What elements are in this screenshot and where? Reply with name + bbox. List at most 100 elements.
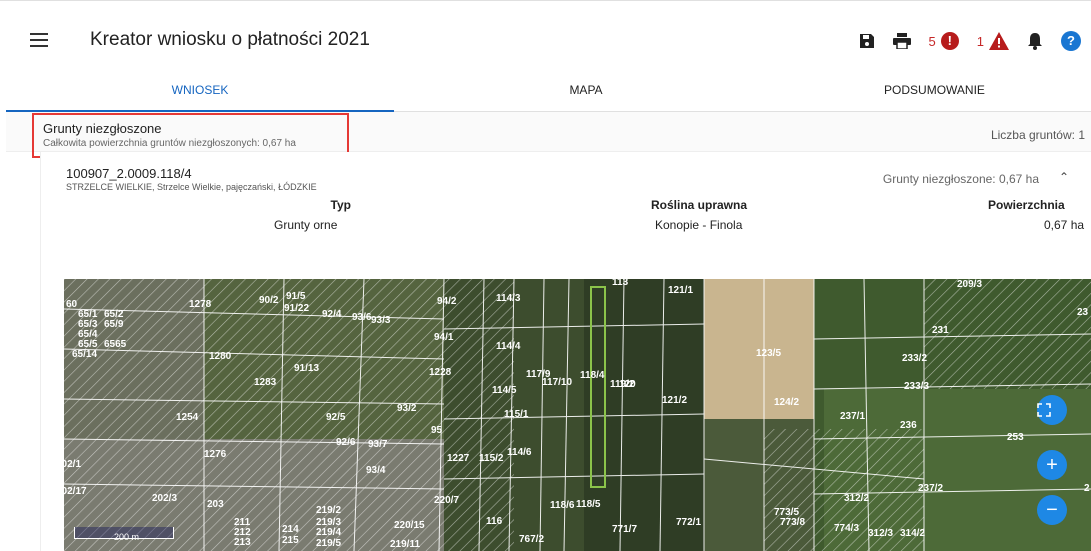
map-imagery — [64, 279, 1091, 551]
map-label: 93/4 — [366, 465, 386, 476]
map-label: 116 — [486, 516, 503, 527]
parcel-id: 100907_2.0009.118/4 — [66, 166, 192, 181]
col-header-crop: Roślina uprawna — [651, 198, 748, 212]
tab-bar: WNIOSEK MAPA PODSUMOWANIE — [6, 76, 1091, 112]
map-label: 114/4 — [496, 341, 521, 352]
save-icon — [859, 34, 874, 48]
col-value-area: 0,67 ha — [1044, 218, 1085, 232]
map-label: 23 — [1077, 307, 1089, 318]
parcel-location: STRZELCE WIELKIE, Strzelce Wielkie, paję… — [66, 182, 317, 192]
col-header-area: Powierzchnia — [988, 198, 1065, 212]
map-label: 1254 — [176, 412, 199, 423]
zoom-in-button[interactable]: + — [1037, 450, 1067, 480]
map-label: 1283 — [254, 377, 277, 388]
map-label: 93/3 — [371, 315, 391, 326]
map-label: 95 — [431, 425, 443, 436]
col-value-crop: Konopie - Finola — [655, 218, 743, 232]
map-label: 219/5 — [316, 538, 342, 549]
map-label: 772/1 — [676, 517, 702, 528]
help-icon: ? — [1061, 31, 1081, 51]
map-label: 93/6 — [352, 312, 372, 323]
map-label: 202/3 — [152, 493, 178, 504]
map-label: 215 — [282, 535, 299, 546]
page-title: Kreator wniosku o płatności 2021 — [90, 29, 370, 50]
map-label: 124/2 — [774, 397, 800, 408]
map-label: 236 — [900, 420, 917, 431]
menu-icon[interactable] — [30, 33, 48, 47]
map-label: 117/10 — [542, 377, 573, 388]
map-label: 120 — [619, 379, 636, 390]
map-label: 209/3 — [957, 279, 983, 290]
map-label: 118/4 — [580, 370, 605, 381]
tab-podsumowanie[interactable]: PODSUMOWANIE — [778, 76, 1091, 111]
zoom-out-button[interactable]: − — [1037, 495, 1067, 525]
tab-wniosek[interactable]: WNIOSEK — [6, 76, 394, 112]
map-label: 253 — [1007, 432, 1024, 443]
map-label: 114/5 — [492, 385, 517, 396]
map-label: 202/1 — [64, 459, 82, 470]
print-icon — [892, 33, 911, 49]
map-label: 114/6 — [507, 447, 532, 458]
parcel-count: Liczba gruntów: 1 — [990, 128, 1085, 142]
tab-mapa[interactable]: MAPA — [394, 76, 778, 111]
map-label: 94/1 — [434, 332, 454, 343]
map-label: 231 — [932, 325, 949, 336]
print-button[interactable] — [892, 33, 911, 49]
map-label: 113 — [612, 279, 629, 288]
map-label: 771/7 — [612, 524, 638, 535]
map-label: 1280 — [209, 351, 232, 362]
map-label: 202/17 — [64, 486, 87, 497]
map-label: 94/2 — [437, 296, 457, 307]
map-label: 203 — [207, 499, 224, 510]
map-label: 214 — [282, 524, 299, 535]
errors-button[interactable]: 5 ! — [929, 32, 959, 50]
warning-count: 1 — [976, 33, 984, 49]
map-scale-label: 200 m — [114, 532, 140, 542]
map-label: 213 — [234, 537, 251, 548]
map-label: 115/1 — [504, 409, 529, 420]
parcel-area-summary: Grunty niezgłoszone: 0,67 ha — [882, 172, 1039, 186]
map-label: 65/14 — [72, 349, 98, 360]
map-label: 91/5 — [286, 291, 306, 302]
map-label: 1276 — [204, 449, 227, 460]
map-label: 90/2 — [259, 295, 279, 306]
zoom-in-icon: + — [1046, 454, 1058, 476]
help-button[interactable]: ? — [1061, 31, 1081, 51]
map-label: 1228 — [429, 367, 452, 378]
map-label: 219/2 — [316, 505, 342, 516]
map-label: 767/2 — [519, 534, 545, 545]
map-view[interactable]: 60 65/1 65/2 65/3 65/9 65/4 65/5 6565 65… — [64, 279, 1091, 551]
map-label: 92/6 — [336, 437, 356, 448]
map-label: 118/5 — [576, 499, 601, 510]
notifications-button[interactable] — [1027, 32, 1043, 50]
chevron-up-icon[interactable]: ⌃ — [1059, 170, 1069, 184]
toolbar: 5 ! 1 ? — [859, 29, 1091, 53]
map-label: 773/8 — [780, 517, 806, 528]
fullscreen-button[interactable] — [1037, 395, 1067, 425]
map-label: 312/2 — [844, 493, 870, 504]
map-label: 219/4 — [316, 527, 342, 538]
col-value-type: Grunty orne — [274, 218, 338, 232]
map-label: 92/5 — [326, 412, 346, 423]
map-label: 6565 — [104, 339, 127, 350]
map-label: 774/3 — [834, 523, 860, 534]
map-label: 237/1 — [840, 411, 866, 422]
map-label: 233/2 — [902, 353, 928, 364]
map-label: 114/3 — [496, 293, 521, 304]
map-label: 93/2 — [397, 403, 417, 414]
map-label: 237/2 — [918, 483, 944, 494]
save-button[interactable] — [859, 33, 875, 49]
map-label: 121/2 — [662, 395, 688, 406]
map-label: 91/13 — [294, 363, 320, 374]
map-label: 2 — [1084, 483, 1090, 494]
map-label: 93/7 — [368, 439, 388, 450]
map-label: 314/2 — [900, 528, 926, 539]
map-label: 220/15 — [394, 520, 425, 531]
fullscreen-icon — [1037, 403, 1051, 417]
map-label: 123/5 — [756, 348, 782, 359]
map-label: 121/1 — [668, 285, 694, 296]
warnings-button[interactable]: 1 — [977, 32, 1009, 50]
map-label: 91/22 — [284, 303, 310, 314]
map-label: 60 — [66, 299, 78, 310]
map-label: 220/7 — [434, 495, 460, 506]
